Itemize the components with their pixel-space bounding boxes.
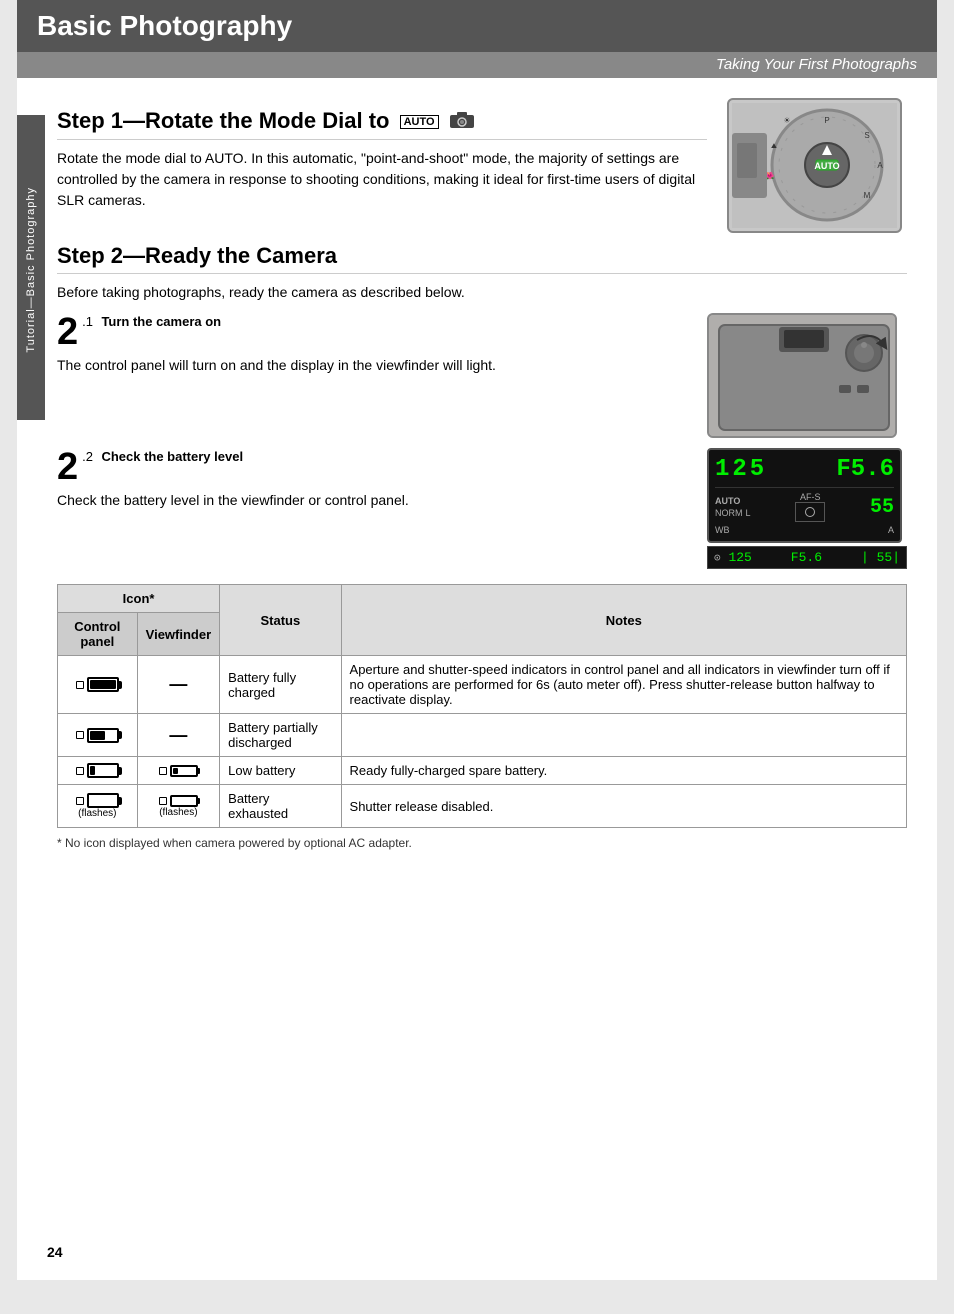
svg-text:S: S <box>864 131 869 140</box>
substep1-section: 2 .1 Turn the camera on The control pane… <box>57 313 907 438</box>
vf-mid-row: AUTO NORM L AF-S 55 <box>715 492 894 522</box>
svg-text:⛰: ⛰ <box>771 143 777 150</box>
vf-left-labels: AUTO NORM L <box>715 496 751 518</box>
subtitle-text: Taking Your First Photographs <box>716 56 917 73</box>
vf-shutter: 125 <box>715 456 767 483</box>
control-icon-partial <box>58 714 138 757</box>
vf-icon-dash1: — <box>137 656 220 714</box>
substep2-number: 2 <box>57 448 78 486</box>
viewfinder-display: 125 F5.6 AUTO NORM L AF-S <box>707 448 902 543</box>
notes-low: Ready fully-charged spare battery. <box>341 757 906 785</box>
svg-text:A: A <box>877 161 883 170</box>
vf-focus-box <box>795 502 825 522</box>
step2-heading: Step 2—Ready the Camera <box>57 243 907 274</box>
side-tab-label: Tutorial—Basic Photography <box>25 187 37 353</box>
svg-text:P: P <box>824 116 829 125</box>
substep2-heading-row: 2 .2 Check the battery level <box>57 448 697 486</box>
table-vf-header: Viewfinder <box>137 613 220 656</box>
page: Basic Photography Taking Your First Phot… <box>17 0 937 1280</box>
vf-aperture: F5.6 <box>836 456 894 483</box>
battery-table: Icon* Status Notes Control panel Viewfin… <box>57 584 907 828</box>
svg-text:M: M <box>864 191 871 200</box>
substep2-body: Check the battery level in the viewfinde… <box>57 490 697 511</box>
svg-text:AUTO: AUTO <box>814 161 839 171</box>
table-row: (flashes) (flashes) <box>58 785 907 828</box>
table-row: Low battery Ready fully-charged spare ba… <box>58 757 907 785</box>
step2-intro: Before taking photographs, ready the cam… <box>57 282 907 303</box>
status-full: Battery fully charged <box>220 656 341 714</box>
status-low: Low battery <box>220 757 341 785</box>
substep1-heading: 2 .1 Turn the camera on <box>57 313 697 351</box>
substep2-label-block: .2 Check the battery level <box>82 448 243 466</box>
substep2-section: 2 .2 Check the battery level Check the b… <box>57 448 907 569</box>
substep1-image <box>707 313 907 438</box>
table-row: — Battery partially discharged <box>58 714 907 757</box>
substep1-number: 2 <box>57 313 78 351</box>
status-exhausted: Battery exhausted <box>220 785 341 828</box>
notes-exhausted: Shutter release disabled. <box>341 785 906 828</box>
substep1-title: Turn the camera on <box>101 314 221 329</box>
vf-a-label: A <box>888 525 894 535</box>
vf-strip-ap: F5.6 <box>791 550 822 565</box>
table-footnote: * No icon displayed when camera powered … <box>57 836 907 850</box>
vf-strip-ss: ⊙ 125 <box>714 550 752 565</box>
status-partial: Battery partially discharged <box>220 714 341 757</box>
side-tab: Tutorial—Basic Photography <box>17 120 45 420</box>
control-icon-empty: (flashes) <box>58 785 138 828</box>
step1-heading: Step 1—Rotate the Mode Dial to AUTO <box>57 108 707 140</box>
vf-auto-label: AUTO <box>715 496 751 506</box>
camera-dial-image: P S A M ☀ ⛰ 🌺 AUTO <box>727 98 902 233</box>
camera-back-image <box>707 313 897 438</box>
vf-ss-main: 55 <box>870 496 894 519</box>
vf-l-label: L <box>746 508 751 518</box>
vf-wb-label: WB <box>715 525 730 535</box>
vf-norm-label: NORM <box>715 508 743 518</box>
vf-icon-dash2: — <box>137 714 220 757</box>
page-number: 24 <box>47 1244 63 1260</box>
substep2-title: Check the battery level <box>101 449 243 464</box>
page-title: Basic Photography <box>37 10 292 42</box>
page-header: Basic Photography <box>17 0 937 52</box>
table-icon-header: Icon* <box>58 585 220 613</box>
vf-icons-row: NORM L <box>715 508 751 518</box>
vf-strip-val: | 55| <box>861 550 900 565</box>
control-flashes-label: (flashes) <box>78 808 116 819</box>
substep1-num-label: .1 <box>82 314 93 329</box>
svg-text:☀: ☀ <box>783 116 790 125</box>
control-icon-low <box>58 757 138 785</box>
main-content: Step 1—Rotate the Mode Dial to AUTO Rota… <box>17 78 937 870</box>
vf-strip: ⊙ 125 F5.6 | 55| <box>707 546 907 569</box>
step1-image: P S A M ☀ ⛰ 🌺 AUTO <box>727 98 907 233</box>
substep1-label-block: .1 Turn the camera on <box>82 313 221 331</box>
vf-icon-empty: (flashes) <box>137 785 220 828</box>
vf-center-block: AF-S <box>795 492 825 522</box>
substep1-body: The control panel will turn on and the d… <box>57 355 697 376</box>
table-status-header: Status <box>220 585 341 656</box>
vf-top-row: 125 F5.6 <box>715 456 894 488</box>
vf-afs-label: AF-S <box>800 492 821 502</box>
auto-icon: AUTO <box>400 115 439 129</box>
subtitle-bar: Taking Your First Photographs <box>17 52 937 78</box>
table-row: — Battery fully charged Aperture and shu… <box>58 656 907 714</box>
notes-partial <box>341 714 906 757</box>
notes-full: Aperture and shutter-speed indicators in… <box>341 656 906 714</box>
step1-body: Rotate the mode dial to AUTO. In this au… <box>57 148 707 211</box>
step1-text: Step 1—Rotate the Mode Dial to AUTO Rota… <box>57 98 707 221</box>
substep2-content: 2 .2 Check the battery level Check the b… <box>57 448 697 511</box>
auto-superscript: AUTO <box>404 116 435 128</box>
vf-icon-low <box>137 757 220 785</box>
step1-section: Step 1—Rotate the Mode Dial to AUTO Rota… <box>57 98 907 233</box>
table-notes-header: Notes <box>341 585 906 656</box>
substep2-num-label: .2 <box>82 449 93 464</box>
substep1-content: 2 .1 Turn the camera on The control pane… <box>57 313 697 376</box>
vf-wb-row: WB A <box>715 525 894 535</box>
control-icon-full <box>58 656 138 714</box>
substep2-image: 125 F5.6 AUTO NORM L AF-S <box>707 448 907 569</box>
vf-focus-circle <box>805 507 815 517</box>
camera-icon <box>449 109 475 135</box>
vf-flashes-label: (flashes) <box>159 807 197 818</box>
table-control-header: Control panel <box>58 613 138 656</box>
